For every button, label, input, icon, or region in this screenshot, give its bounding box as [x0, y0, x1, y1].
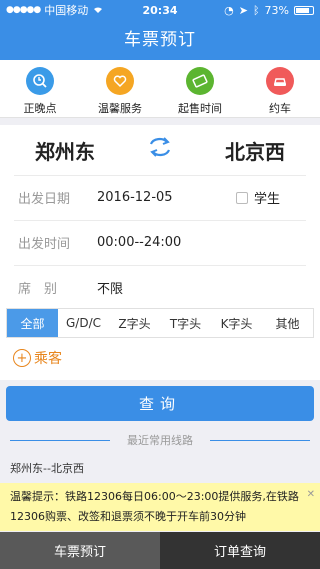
carrier-name: 中国移动: [44, 4, 89, 17]
query-button[interactable]: 查询: [6, 386, 314, 421]
signal-icon: ●●●●●: [6, 5, 41, 15]
ticket-icon: [186, 67, 214, 95]
quick-link-label: 正晚点: [23, 102, 57, 115]
checkbox-icon[interactable]: [236, 191, 248, 204]
date-value[interactable]: 2016-12-05: [97, 190, 173, 205]
time-value[interactable]: 00:00--24:00: [97, 235, 181, 250]
plus-icon: +: [13, 349, 31, 367]
bluetooth-icon: ᛒ: [252, 3, 260, 17]
student-label: 学生: [254, 192, 281, 207]
student-checkbox[interactable]: 学生: [236, 188, 280, 207]
filter-k[interactable]: K字头: [211, 309, 262, 337]
notice-banner: 温馨提示：铁路12306每日06:00～23:00提供服务,在铁路12306购票…: [0, 483, 320, 531]
alarm-icon: ◔: [224, 3, 234, 17]
recent-route-item[interactable]: 郑州东--北京西: [0, 455, 320, 481]
battery-percent: 73%: [264, 3, 289, 17]
filter-all[interactable]: 全部: [7, 309, 58, 337]
swap-stations-icon[interactable]: [130, 136, 190, 164]
recent-routes-title: 最近常用线路: [127, 434, 193, 447]
filter-other[interactable]: 其他: [262, 309, 313, 337]
heart-hands-icon: [106, 67, 134, 95]
clock-search-icon: [26, 67, 54, 95]
quick-link-car[interactable]: 约车: [240, 60, 320, 117]
tab-order-query[interactable]: 订单查询: [160, 532, 320, 569]
from-station[interactable]: 郑州东: [0, 136, 130, 165]
train-type-filters: 全部 G/D/C Z字头 T字头 K字头 其他: [6, 308, 314, 338]
seat-label: 席 别: [18, 282, 58, 297]
time-label: 出发时间: [18, 237, 71, 252]
quick-link-label: 约车: [269, 102, 291, 115]
filter-t[interactable]: T字头: [160, 309, 211, 337]
quick-link-label: 温馨服务: [98, 102, 142, 115]
station-selector: 郑州东 北京西: [0, 125, 320, 175]
filter-z[interactable]: Z字头: [109, 309, 160, 337]
location-icon: ➤: [238, 3, 248, 17]
quick-link-label: 起售时间: [178, 102, 222, 115]
quick-link-delay[interactable]: 正晚点: [0, 60, 80, 117]
quick-link-sale-time[interactable]: 起售时间: [160, 60, 240, 117]
tab-ticket-booking[interactable]: 车票预订: [0, 532, 160, 569]
notice-text: 温馨提示：铁路12306每日06:00～23:00提供服务,在铁路12306购票…: [10, 490, 299, 523]
recent-routes-header: 最近常用线路: [0, 432, 320, 448]
date-row[interactable]: 出发日期 2016-12-05 学生: [0, 175, 320, 220]
tab-bar: 车票预订 订单查询: [0, 532, 320, 569]
time-row[interactable]: 出发时间 00:00--24:00: [0, 220, 320, 265]
status-bar: ●●●●● 中国移动 20:34 ◔ ➤ ᛒ 73%: [0, 0, 320, 20]
wifi-icon: [92, 4, 104, 17]
divider: [10, 440, 110, 441]
car-icon: [266, 67, 294, 95]
date-label: 出发日期: [18, 192, 71, 207]
booking-form: 郑州东 北京西 出发日期 2016-12-05 学生 出发时间 00:00--2…: [0, 125, 320, 380]
seat-row[interactable]: 席 别 不限: [0, 265, 320, 310]
to-station[interactable]: 北京西: [190, 136, 320, 165]
add-passenger-button[interactable]: + 乘客: [13, 348, 62, 368]
passenger-label: 乘客: [34, 351, 62, 367]
close-icon[interactable]: ✕: [307, 485, 315, 505]
seat-value[interactable]: 不限: [97, 278, 123, 297]
quick-link-service[interactable]: 温馨服务: [80, 60, 160, 117]
filter-gdc[interactable]: G/D/C: [58, 309, 109, 337]
page-title: 车票预订: [124, 30, 196, 50]
divider: [210, 440, 310, 441]
quick-links: 正晚点 温馨服务 起售时间 约车: [0, 60, 320, 118]
battery-icon: [294, 5, 314, 15]
nav-bar: 车票预订: [0, 20, 320, 60]
